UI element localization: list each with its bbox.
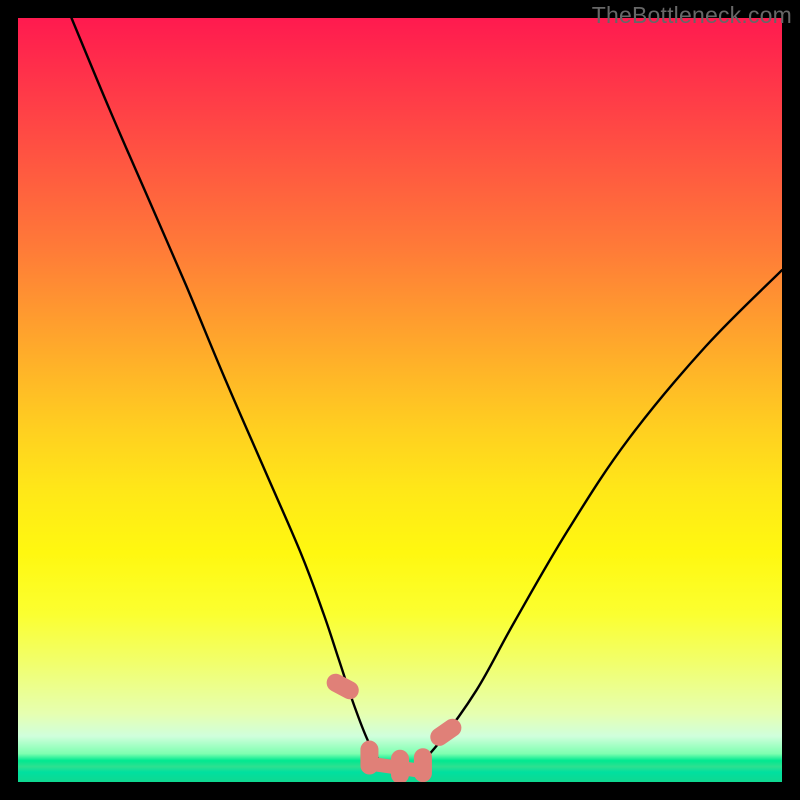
marker-pill [360, 741, 378, 775]
marker-pill [414, 748, 432, 782]
marker-pill [427, 715, 465, 749]
watermark-text: TheBottleneck.com [592, 2, 792, 29]
marker-pill [323, 671, 361, 703]
curve-layer [18, 18, 782, 782]
optimal-range-markers [323, 671, 464, 782]
chart-frame: TheBottleneck.com [0, 0, 800, 800]
marker-pill [391, 750, 409, 782]
curve-path [72, 18, 783, 774]
bottleneck-curve [72, 18, 783, 774]
plot-area [18, 18, 782, 782]
